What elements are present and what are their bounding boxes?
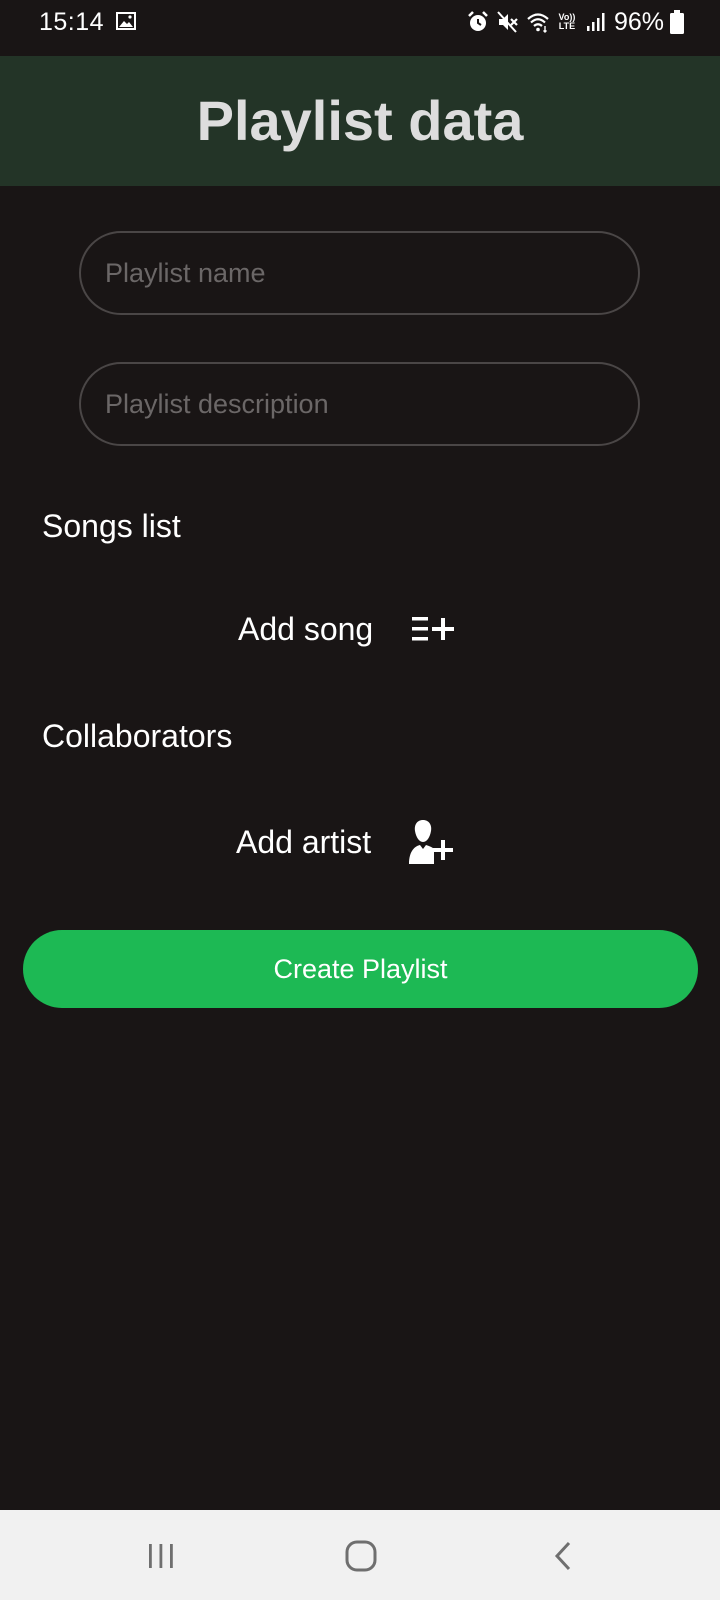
add-song-button[interactable]: Add song	[238, 611, 459, 647]
status-time: 15:14	[39, 8, 105, 36]
signal-icon	[586, 13, 605, 31]
create-playlist-button[interactable]: Create Playlist	[23, 930, 698, 1008]
page-title: Playlist data	[196, 89, 524, 152]
status-bar: 15:14 Vo)) LTE 96%	[0, 0, 720, 56]
wifi-icon	[527, 13, 549, 33]
playlist-add-icon	[412, 617, 455, 641]
lte-text: LTE	[558, 21, 576, 31]
volte-icon: Vo)) LTE	[556, 13, 578, 31]
recents-icon	[149, 1544, 173, 1568]
navigation-bar	[0, 1510, 720, 1600]
alarm-icon	[468, 11, 488, 31]
add-artist-button[interactable]: Add artist	[236, 818, 455, 866]
playlist-description-input[interactable]	[79, 362, 640, 446]
collaborators-label: Collaborators	[42, 718, 233, 754]
battery-percent: 96%	[613, 8, 664, 36]
app-header: Playlist data	[0, 56, 720, 186]
home-icon	[345, 1540, 377, 1572]
recents-button[interactable]	[135, 1530, 187, 1582]
add-song-label: Add song	[238, 611, 374, 647]
status-icons: Vo)) LTE 96%	[466, 6, 684, 38]
screen: 15:14 Vo)) LTE 96% Playlist data Playlis…	[0, 0, 720, 1600]
battery-icon	[670, 10, 684, 34]
mute-icon	[497, 11, 518, 33]
home-button[interactable]	[335, 1530, 387, 1582]
back-icon	[554, 1541, 571, 1571]
playlist-name-input[interactable]	[79, 231, 640, 315]
songs-list-label: Songs list	[42, 508, 181, 544]
add-artist-label: Add artist	[236, 824, 372, 860]
person-add-icon	[409, 820, 454, 864]
back-button[interactable]	[537, 1530, 589, 1582]
gallery-icon	[116, 12, 136, 30]
